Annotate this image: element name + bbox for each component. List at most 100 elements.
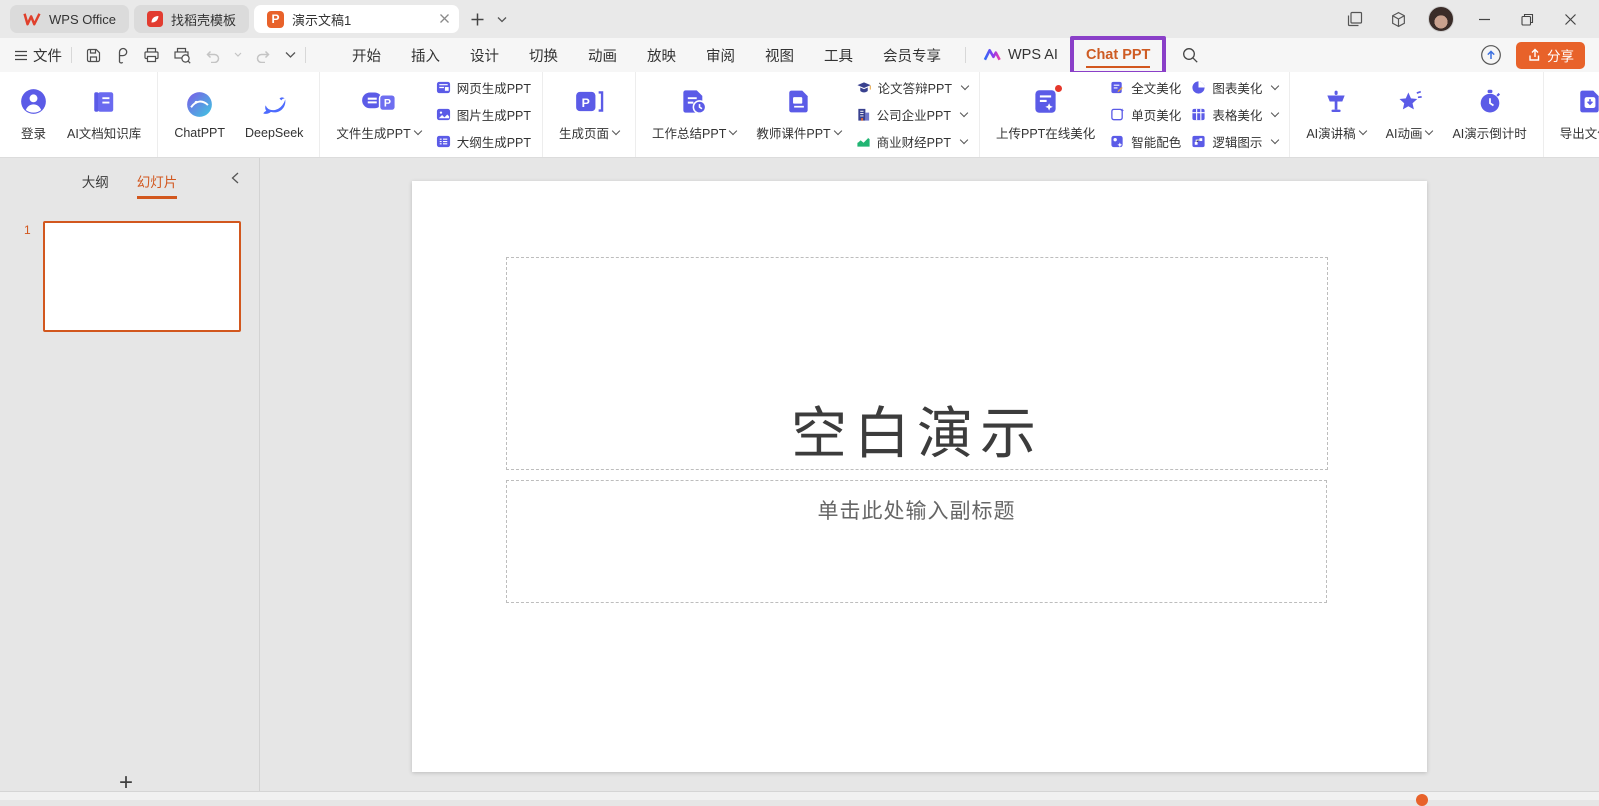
divider <box>71 47 72 63</box>
print-icon[interactable] <box>143 47 160 63</box>
upload-ppt-beautify-button[interactable]: 上传PPT在线美化 <box>991 87 1100 142</box>
menu-tools[interactable]: 工具 <box>809 45 868 66</box>
menu-design[interactable]: 设计 <box>455 45 514 66</box>
table-beautify-button[interactable]: 表格美化 <box>1191 105 1278 124</box>
ribbon-group-ai-tools: AI演讲稿 AI动画 AI演示倒计时 <box>1290 72 1543 157</box>
menu-animation[interactable]: 动画 <box>573 45 632 66</box>
thesis-defense-ppt-button[interactable]: 论文答辩PPT <box>856 78 968 97</box>
stopwatch-icon <box>1477 87 1503 115</box>
business-finance-ppt-button[interactable]: 商业财经PPT <box>856 132 968 151</box>
file-menu[interactable]: 文件 <box>33 45 62 66</box>
undo-icon[interactable] <box>204 48 221 63</box>
tab-outline[interactable]: 大纲 <box>82 171 109 199</box>
menu-slideshow[interactable]: 放映 <box>632 45 691 66</box>
doc-beautify-icon <box>1110 80 1125 95</box>
menu-home[interactable]: 开始 <box>337 45 396 66</box>
ribbon-group-export: 导出文件 导出为网页 <box>1544 72 1599 157</box>
tab-docer-templates[interactable]: 找稻壳模板 <box>134 5 249 33</box>
webpage-generate-ppt-button[interactable]: 网页生成PPT <box>436 78 531 97</box>
export-file-button[interactable]: 导出文件 <box>1555 87 1599 142</box>
tab-list-chevron-icon[interactable] <box>491 5 513 33</box>
single-page-beautify-button[interactable]: 单页美化 <box>1110 105 1181 124</box>
teacher-courseware-ppt-button[interactable]: 教师课件PPT <box>751 87 845 142</box>
login-button[interactable]: 登录 <box>15 87 52 142</box>
save-icon[interactable] <box>85 47 102 64</box>
image-generate-ppt-button[interactable]: 图片生成PPT <box>436 105 531 124</box>
menu-transition[interactable]: 切换 <box>514 45 573 66</box>
add-slide-button[interactable]: + <box>108 774 144 792</box>
tab-close-icon[interactable] <box>439 13 450 24</box>
ai-animation-button[interactable]: AI动画 <box>1381 87 1438 142</box>
graduation-cap-icon <box>856 80 872 95</box>
finance-chart-icon <box>856 134 871 149</box>
ai-speech-script-button[interactable]: AI演讲稿 <box>1301 87 1370 142</box>
print-preview-icon[interactable] <box>173 47 191 64</box>
menu-review[interactable]: 审阅 <box>691 45 750 66</box>
cloud-upload-icon[interactable] <box>1480 44 1502 66</box>
windows-stack-icon[interactable] <box>1342 6 1368 32</box>
slide-canvas[interactable]: 空白演示 单击此处输入副标题 <box>412 181 1427 772</box>
search-icon[interactable] <box>1182 47 1199 64</box>
export-file-icon <box>1577 87 1599 115</box>
slide-number: 1 <box>24 223 31 237</box>
share-button[interactable]: 分享 <box>1516 42 1585 69</box>
logic-diagram-icon <box>1191 134 1206 149</box>
ai-countdown-button[interactable]: AI演示倒计时 <box>1447 87 1531 142</box>
menu-member[interactable]: 会员专享 <box>868 45 956 66</box>
image-icon <box>436 107 451 122</box>
share-icon <box>1527 48 1541 62</box>
smart-color-button[interactable]: 智能配色 <box>1110 132 1181 151</box>
avatar[interactable] <box>1428 6 1454 32</box>
collapse-sidebar-icon[interactable] <box>231 172 239 184</box>
menu-view[interactable]: 视图 <box>750 45 809 66</box>
outline-icon <box>436 134 451 149</box>
chatppt-icon <box>186 90 213 118</box>
company-enterprise-ppt-button[interactable]: 公司企业PPT <box>856 105 968 124</box>
outline-generate-ppt-button[interactable]: 大纲生成PPT <box>436 132 531 151</box>
star-icon <box>1396 87 1423 115</box>
menu-insert[interactable]: 插入 <box>396 45 455 66</box>
tab-wps-office[interactable]: WPS Office <box>10 5 129 33</box>
content-area: 大纲 幻灯片 1 + 空白演示 单击此处输入副标题 <box>0 158 1599 792</box>
ribbon-group-templates: 工作总结PPT 教师课件PPT 论文答辩PPT 公司企业PPT <box>636 72 980 157</box>
export-pdf-icon[interactable] <box>115 47 130 64</box>
person-icon <box>20 87 47 115</box>
color-scheme-icon <box>1110 134 1125 149</box>
undo-chevron-icon[interactable] <box>234 52 242 58</box>
deepseek-button[interactable]: DeepSeek <box>240 90 308 140</box>
new-tab-button[interactable] <box>464 5 491 33</box>
work-summary-ppt-button[interactable]: 工作总结PPT <box>647 87 741 142</box>
ai-doc-knowledge-button[interactable]: AI文档知识库 <box>62 87 146 142</box>
webpage-icon <box>436 80 451 95</box>
tab-label: 演示文稿1 <box>292 10 351 29</box>
status-notification-icon <box>1416 794 1428 806</box>
chatppt-button[interactable]: ChatPPT <box>169 90 230 140</box>
tab-wps-ai[interactable]: WPS AI <box>983 47 1058 63</box>
file-generate-ppt-button[interactable]: P 文件生成PPT <box>331 87 425 142</box>
svg-text:P: P <box>383 98 390 110</box>
toolbar-chevron-icon[interactable] <box>285 51 296 59</box>
restore-icon[interactable] <box>1514 6 1540 32</box>
tab-slides[interactable]: 幻灯片 <box>137 171 178 199</box>
slide-thumbnail[interactable] <box>43 221 241 332</box>
divider <box>965 47 966 63</box>
minimize-icon[interactable] <box>1471 6 1497 32</box>
subtitle-placeholder[interactable]: 单击此处输入副标题 <box>506 480 1327 603</box>
chart-beautify-button[interactable]: 图表美化 <box>1191 78 1278 97</box>
generate-page-button[interactable]: P 生成页面 <box>554 87 624 142</box>
slide-title-text: 空白演示 <box>791 403 1043 469</box>
share-label: 分享 <box>1547 45 1574 65</box>
statusbar <box>0 791 1599 800</box>
redo-icon[interactable] <box>255 48 272 63</box>
slide-thumbnail-row: 1 <box>0 221 259 332</box>
title-placeholder[interactable]: 空白演示 <box>506 257 1328 470</box>
full-doc-beautify-button[interactable]: 全文美化 <box>1110 78 1181 97</box>
tab-document[interactable]: P 演示文稿1 <box>254 5 459 33</box>
cube-icon[interactable] <box>1385 6 1411 32</box>
ppt-file-icon: P <box>267 11 284 28</box>
logic-diagram-button[interactable]: 逻辑图示 <box>1191 132 1278 151</box>
hamburger-icon[interactable] <box>14 50 28 61</box>
close-icon[interactable] <box>1557 6 1583 32</box>
tab-chat-ppt[interactable]: Chat PPT <box>1080 47 1156 63</box>
page-generate-icon: P <box>574 87 604 115</box>
